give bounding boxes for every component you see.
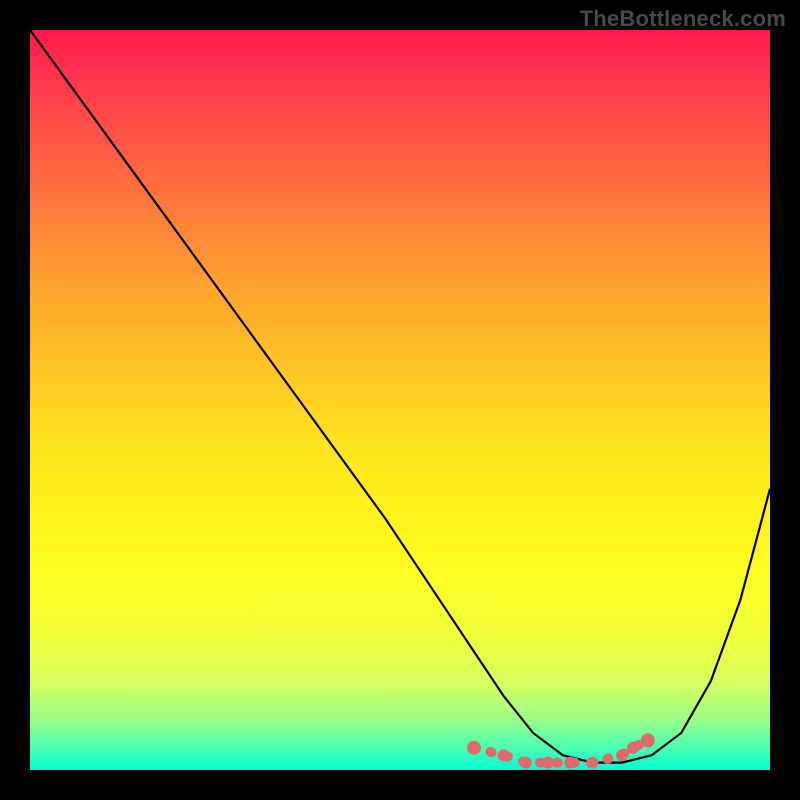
bottleneck-curve bbox=[30, 30, 770, 763]
highlight-dot bbox=[467, 741, 481, 755]
highlight-dot bbox=[616, 749, 628, 761]
highlight-dot bbox=[520, 757, 532, 769]
highlight-dots bbox=[467, 733, 655, 768]
highlight-dot bbox=[627, 742, 639, 754]
chart-frame: TheBottleneck.com bbox=[0, 0, 800, 800]
highlight-dot bbox=[586, 757, 598, 769]
curve-layer bbox=[30, 30, 770, 770]
plot-area bbox=[30, 30, 770, 770]
highlight-dot bbox=[641, 733, 655, 747]
highlight-dot bbox=[498, 749, 510, 761]
highlight-dot bbox=[564, 757, 576, 769]
highlight-dot bbox=[542, 757, 554, 769]
watermark-text: TheBottleneck.com bbox=[580, 6, 786, 32]
